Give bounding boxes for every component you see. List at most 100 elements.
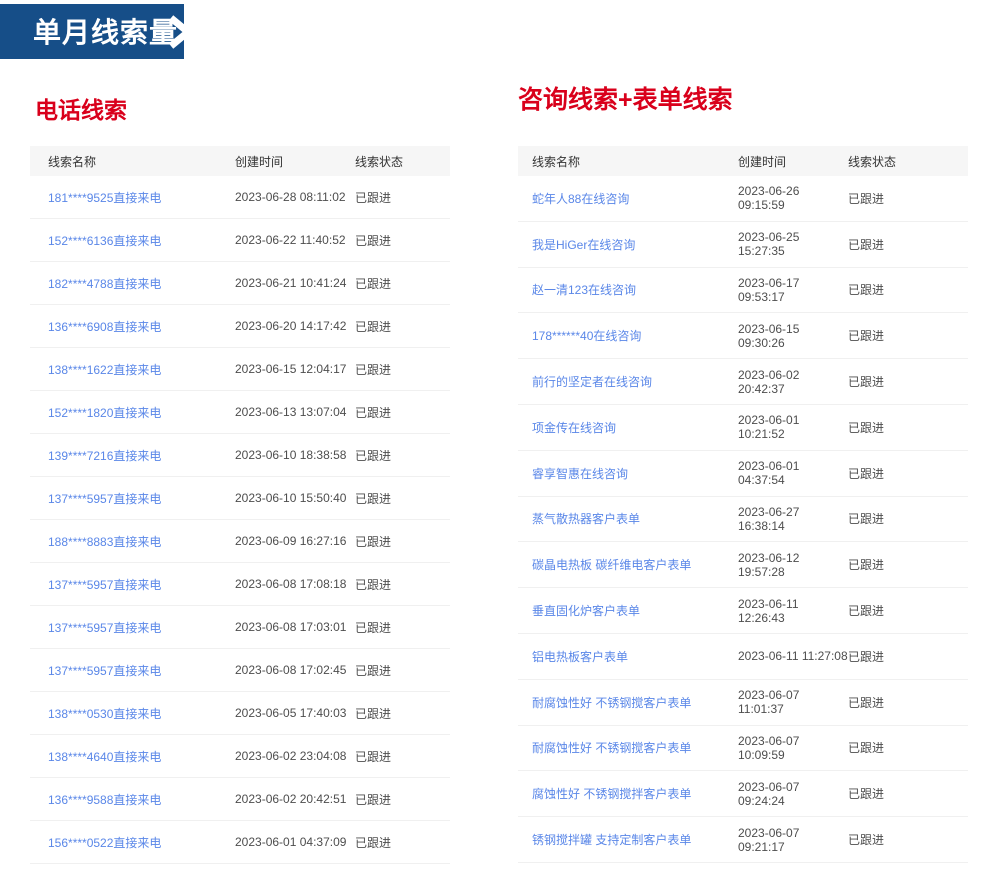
table-row: 136****6908直接来电 2023-06-20 14:17:42 已跟进 xyxy=(30,305,450,348)
lead-status-text: 已跟进 xyxy=(355,405,392,420)
created-time-text: 2023-06-11 11:27:08 xyxy=(738,649,848,664)
col-header-created-time: 创建时间 xyxy=(738,154,787,169)
lead-name-link[interactable]: 赵一清123在线咨询 xyxy=(532,283,636,297)
table-row: 铝电热板客户表单 2023-06-11 11:27:08 已跟进 xyxy=(518,634,968,680)
lead-name-link[interactable]: 蒸气散热器客户表单 xyxy=(532,512,640,526)
lead-status-text: 已跟进 xyxy=(848,237,885,252)
lead-name-link[interactable]: 137****5957直接来电 xyxy=(48,578,161,592)
lead-status-text: 已跟进 xyxy=(848,329,885,344)
lead-name-link[interactable]: 项金传在线咨询 xyxy=(532,421,616,435)
table-row: 蛇年人88在线咨询 2023-06-26 09:15:59 已跟进 xyxy=(518,176,968,222)
lead-status-text: 已跟进 xyxy=(848,191,885,206)
created-time-text: 2023-06-08 17:02:45 xyxy=(235,663,347,677)
lead-name-link[interactable]: 137****5957直接来电 xyxy=(48,664,161,678)
lead-status-text: 已跟进 xyxy=(848,604,885,619)
table-row: 138****1622直接来电 2023-06-15 12:04:17 已跟进 xyxy=(30,348,450,391)
lead-name-link[interactable]: 睿享智惠在线咨询 xyxy=(532,467,628,481)
table-row: 腐蚀性好 不锈钢搅拌客户表单 2023-06-07 09:24:24 已跟进 xyxy=(518,771,968,818)
consult-form-leads-table-body: 蛇年人88在线咨询 2023-06-26 09:15:59 已跟进 我是HiGe… xyxy=(518,176,968,863)
lead-name-link[interactable]: 136****9588直接来电 xyxy=(48,793,161,807)
lead-name-link[interactable]: 182****4788直接来电 xyxy=(48,277,161,291)
lead-name-link[interactable]: 156****0522直接来电 xyxy=(48,836,161,850)
lead-name-link[interactable]: 锈钢搅拌罐 支持定制客户表单 xyxy=(532,833,691,847)
lead-name-link[interactable]: 碳晶电热板 碳纤维电客户表单 xyxy=(532,558,691,572)
created-time-text: 2023-06-21 10:41:24 xyxy=(235,276,347,290)
lead-status-text: 已跟进 xyxy=(355,534,392,549)
consult-form-leads-table-header: 线索名称 创建时间 线索状态 xyxy=(518,146,968,176)
lead-name-link[interactable]: 137****5957直接来电 xyxy=(48,492,161,506)
lead-status-text: 已跟进 xyxy=(355,276,392,291)
lead-status-text: 已跟进 xyxy=(848,420,885,435)
table-row: 赵一清123在线咨询 2023-06-17 09:53:17 已跟进 xyxy=(518,268,968,314)
table-row: 前行的坚定者在线咨询 2023-06-02 20:42:37 已跟进 xyxy=(518,359,968,405)
table-row: 152****1820直接来电 2023-06-13 13:07:04 已跟进 xyxy=(30,391,450,434)
created-time-text: 2023-06-20 14:17:42 xyxy=(235,319,347,333)
col-header-lead-name: 线索名称 xyxy=(532,154,581,169)
table-row: 垂直固化炉客户表单 2023-06-11 12:26:43 已跟进 xyxy=(518,588,968,634)
created-time-text: 2023-06-05 17:40:03 xyxy=(235,706,347,720)
lead-name-link[interactable]: 耐腐蚀性好 不锈钢搅客户表单 xyxy=(532,696,691,710)
table-row: 152****6136直接来电 2023-06-22 11:40:52 已跟进 xyxy=(30,219,450,262)
lead-name-link[interactable]: 139****7216直接来电 xyxy=(48,449,161,463)
lead-name-link[interactable]: 腐蚀性好 不锈钢搅拌客户表单 xyxy=(532,787,691,801)
lead-status-text: 已跟进 xyxy=(355,706,392,721)
phone-leads-table: 线索名称 创建时间 线索状态 181****9525直接来电 2023-06-2… xyxy=(30,146,450,864)
lead-name-link[interactable]: 181****9525直接来电 xyxy=(48,191,161,205)
table-row: 182****4788直接来电 2023-06-21 10:41:24 已跟进 xyxy=(30,262,450,305)
lead-status-text: 已跟进 xyxy=(848,283,885,298)
created-time-text: 2023-06-07 10:09:59 xyxy=(738,733,800,762)
lead-name-link[interactable]: 138****4640直接来电 xyxy=(48,750,161,764)
lead-status-text: 已跟进 xyxy=(355,749,392,764)
created-time-text: 2023-06-01 04:37:54 xyxy=(738,459,800,488)
consult-form-leads-section: 咨询线索+表单线索 线索名称 创建时间 线索状态 蛇年人88在线咨询 2023-… xyxy=(518,83,968,863)
lead-status-text: 已跟进 xyxy=(355,362,392,377)
lead-status-text: 已跟进 xyxy=(355,491,392,506)
created-time-text: 2023-06-15 09:30:26 xyxy=(738,321,800,350)
lead-status-text: 已跟进 xyxy=(848,375,885,390)
table-row: 139****7216直接来电 2023-06-10 18:38:58 已跟进 xyxy=(30,434,450,477)
consult-form-leads-table: 线索名称 创建时间 线索状态 蛇年人88在线咨询 2023-06-26 09:1… xyxy=(518,146,968,863)
created-time-text: 2023-06-07 09:24:24 xyxy=(738,779,800,808)
lead-status-text: 已跟进 xyxy=(848,833,885,848)
table-row: 178******40在线咨询 2023-06-15 09:30:26 已跟进 xyxy=(518,313,968,360)
table-row: 188****8883直接来电 2023-06-09 16:27:16 已跟进 xyxy=(30,520,450,563)
lead-name-link[interactable]: 152****6136直接来电 xyxy=(48,234,161,248)
col-header-created-time: 创建时间 xyxy=(235,154,284,169)
lead-status-text: 已跟进 xyxy=(355,620,392,635)
phone-leads-title: 电话线索 xyxy=(35,97,127,123)
lead-name-link[interactable]: 137****5957直接来电 xyxy=(48,621,161,635)
created-time-text: 2023-06-01 04:37:09 xyxy=(235,835,347,849)
lead-status-text: 已跟进 xyxy=(355,233,392,248)
lead-name-link[interactable]: 我是HiGer在线咨询 xyxy=(532,238,635,252)
section-banner-title: 单月线索量 xyxy=(33,16,179,48)
lead-name-link[interactable]: 前行的坚定者在线咨询 xyxy=(532,375,652,389)
table-row: 136****9588直接来电 2023-06-02 20:42:51 已跟进 xyxy=(30,778,450,821)
created-time-text: 2023-06-02 20:42:37 xyxy=(738,367,800,396)
created-time-text: 2023-06-12 19:57:28 xyxy=(738,550,800,579)
lead-name-link[interactable]: 178******40在线咨询 xyxy=(532,329,641,343)
consult-form-leads-title: 咨询线索+表单线索 xyxy=(518,86,733,114)
created-time-text: 2023-06-07 11:01:37 xyxy=(738,688,800,717)
created-time-text: 2023-06-11 12:26:43 xyxy=(738,596,799,625)
phone-leads-section: 电话线索 线索名称 创建时间 线索状态 181****9525直接来电 2023… xyxy=(30,95,450,864)
lead-name-link[interactable]: 138****1622直接来电 xyxy=(48,363,161,377)
lead-name-link[interactable]: 138****0530直接来电 xyxy=(48,707,161,721)
phone-leads-table-body: 181****9525直接来电 2023-06-28 08:11:02 已跟进 … xyxy=(30,176,450,864)
table-row: 耐腐蚀性好 不锈钢搅客户表单 2023-06-07 11:01:37 已跟进 xyxy=(518,680,968,726)
created-time-text: 2023-06-15 12:04:17 xyxy=(235,362,347,376)
lead-name-link[interactable]: 耐腐蚀性好 不锈钢搅客户表单 xyxy=(532,741,691,755)
created-time-text: 2023-06-02 20:42:51 xyxy=(235,792,347,806)
lead-name-link[interactable]: 188****8883直接来电 xyxy=(48,535,161,549)
lead-name-link[interactable]: 铝电热板客户表单 xyxy=(532,650,628,664)
table-row: 碳晶电热板 碳纤维电客户表单 2023-06-12 19:57:28 已跟进 xyxy=(518,542,968,589)
created-time-text: 2023-06-28 08:11:02 xyxy=(235,190,346,204)
col-header-lead-status: 线索状态 xyxy=(848,154,897,169)
chevron-right-icon xyxy=(167,15,194,49)
lead-status-text: 已跟进 xyxy=(355,448,392,463)
lead-name-link[interactable]: 垂直固化炉客户表单 xyxy=(532,604,640,618)
table-row: 181****9525直接来电 2023-06-28 08:11:02 已跟进 xyxy=(30,176,450,219)
lead-name-link[interactable]: 152****1820直接来电 xyxy=(48,406,161,420)
created-time-text: 2023-06-02 23:04:08 xyxy=(235,749,347,763)
lead-name-link[interactable]: 136****6908直接来电 xyxy=(48,320,161,334)
lead-name-link[interactable]: 蛇年人88在线咨询 xyxy=(532,192,629,206)
